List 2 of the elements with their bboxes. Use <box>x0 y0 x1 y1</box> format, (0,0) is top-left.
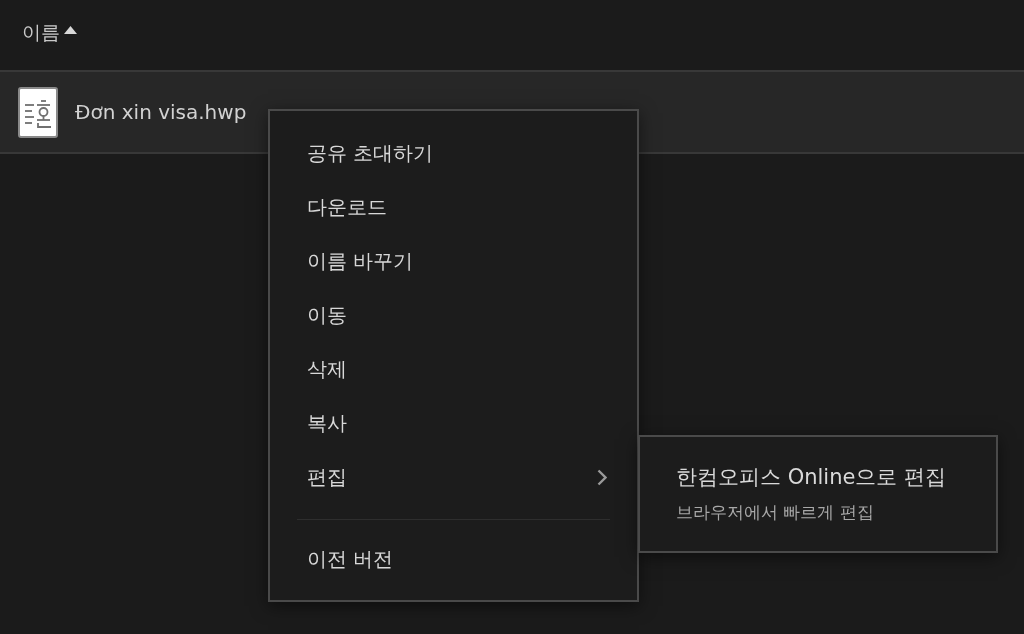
submenu-item-description: 브라우저에서 빠르게 편집 <box>676 500 874 524</box>
file-name: Đơn xin visa.hwp <box>75 100 247 124</box>
